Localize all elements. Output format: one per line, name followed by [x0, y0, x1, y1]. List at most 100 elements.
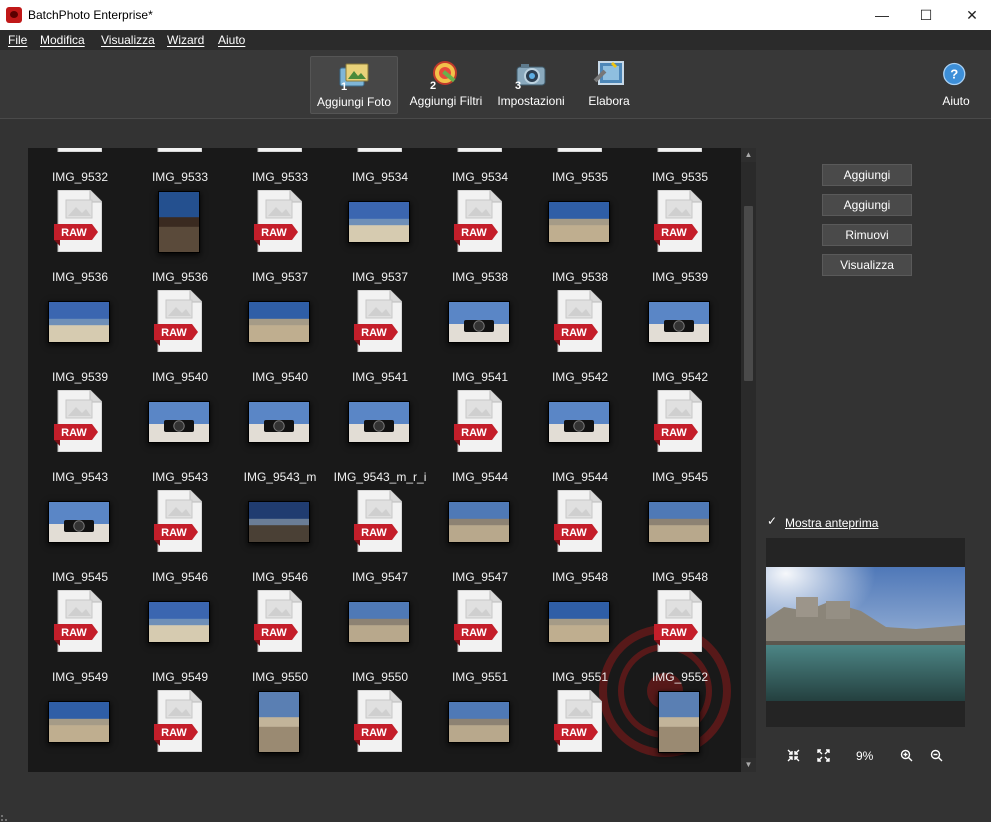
add-files-button[interactable]: Aggiungi — [822, 164, 912, 186]
gallery-item[interactable]: IMG_9539 — [30, 290, 130, 390]
raw-file-icon: RAW — [154, 290, 202, 352]
gallery-item[interactable]: RAW IMG_9541 — [330, 290, 430, 390]
gallery-item[interactable]: IMG_9543 — [130, 390, 230, 490]
gallery-item[interactable]: RAW IMG_9534 — [430, 148, 530, 190]
photo-thumbnail — [548, 601, 610, 643]
gallery-item[interactable]: RAW IMG_9540 — [130, 290, 230, 390]
photo-thumbnail — [448, 501, 510, 543]
gallery-item[interactable]: IMG_9545 — [30, 490, 130, 590]
gallery-item[interactable]: IMG_9543_m_r_i — [330, 390, 430, 490]
raw-file-icon: RAW — [557, 148, 602, 152]
photo-thumbnail — [348, 201, 410, 243]
gallery-item[interactable]: RAW IMG_9542 — [530, 290, 630, 390]
gallery-item[interactable]: RAW IMG_9533 — [130, 148, 230, 190]
zoom-out-icon[interactable] — [930, 749, 943, 762]
gallery-item[interactable]: IMG_9536 — [130, 190, 230, 290]
help-label: Aiuto — [942, 94, 970, 108]
gallery-item[interactable]: RAW IMG_9537 — [230, 190, 330, 290]
scroll-down-icon[interactable]: ▼ — [741, 758, 756, 772]
close-button[interactable]: ✕ — [949, 0, 991, 30]
menu-file[interactable]: File — [8, 33, 27, 47]
preview-pane — [766, 538, 965, 727]
gallery-item[interactable]: RAW IMG_9532 — [30, 148, 130, 190]
gallery-item[interactable]: RAWIMG_9554 — [330, 690, 430, 772]
gallery-scrollbar[interactable]: ▲ ▼ — [741, 148, 756, 772]
settings-button[interactable]: 3 Impostazioni — [494, 56, 568, 112]
add-folder-button[interactable]: Aggiungi — [822, 194, 912, 216]
gallery-item[interactable]: RAW IMG_9535 — [630, 148, 730, 190]
gallery-item[interactable]: RAW IMG_9549 — [30, 590, 130, 690]
gallery-item[interactable]: RAW IMG_9533 — [230, 148, 330, 190]
gallery-item[interactable]: IMG_9542 — [630, 290, 730, 390]
menu-modifica[interactable]: Modifica — [40, 33, 85, 47]
photo-gallery[interactable]: RAW IMG_9532 RAW IMG_9533 RAW IMG_9533 RAW IMG_… — [28, 148, 741, 772]
preview-image — [766, 567, 965, 701]
gallery-item[interactable]: IMG_9550 — [330, 590, 430, 690]
raw-label: RAW — [261, 227, 287, 239]
gallery-item[interactable]: RAW IMG_9536 — [30, 190, 130, 290]
gallery-item[interactable]: RAW IMG_9546 — [130, 490, 230, 590]
add-photos-button[interactable]: 1 Aggiungi Foto — [310, 56, 398, 114]
menu-visualizza[interactable]: Visualizza — [101, 33, 155, 47]
gallery-item[interactable]: IMG_9553 — [230, 690, 330, 772]
gallery-item[interactable]: IMG_9547 — [430, 490, 530, 590]
gallery-item[interactable]: IMG_9537 — [330, 190, 430, 290]
gallery-item[interactable]: IMG_9540 — [230, 290, 330, 390]
resize-grip-icon[interactable] — [0, 812, 10, 822]
menu-wizard[interactable]: Wizard — [167, 33, 204, 47]
gallery-item[interactable]: RAW IMG_9551 — [430, 590, 530, 690]
preview-label[interactable]: Mostra anteprima — [785, 516, 878, 530]
gallery-item[interactable]: IMG_9543_m — [230, 390, 330, 490]
photo-thumbnail — [48, 701, 110, 743]
gallery-item[interactable]: RAW IMG_9535 — [530, 148, 630, 190]
view-button[interactable]: Visualizza — [822, 254, 912, 276]
gallery-item[interactable]: IMG_9554 — [430, 690, 530, 772]
raw-label: RAW — [561, 527, 587, 539]
gallery-item[interactable]: IMG_9548 — [630, 490, 730, 590]
add-filters-button[interactable]: 2 Aggiungi Filtri — [404, 56, 488, 112]
remove-button[interactable]: Rimuovi — [822, 224, 912, 246]
photo-thumbnail — [448, 701, 510, 743]
gallery-item[interactable]: RAW IMG_9548 — [530, 490, 630, 590]
gallery-item[interactable]: IMG_9538 — [530, 190, 630, 290]
gallery-item[interactable]: RAW IMG_9547 — [330, 490, 430, 590]
scroll-thumb[interactable] — [744, 206, 753, 381]
gallery-item[interactable]: IMG_9544 — [530, 390, 630, 490]
photo-thumbnail — [158, 191, 200, 253]
minimize-button[interactable]: — — [859, 0, 905, 30]
gallery-item[interactable]: RAW IMG_9545 — [630, 390, 730, 490]
raw-file-icon: RAW — [54, 590, 102, 652]
shrink-icon[interactable] — [787, 749, 800, 762]
gallery-item[interactable]: IMG_9552 — [30, 690, 130, 772]
thumbnail-caption: IMG_9555 — [620, 770, 740, 772]
process-button[interactable]: Elabora — [576, 56, 642, 112]
gallery-item[interactable]: IMG_9546 — [230, 490, 330, 590]
gallery-item[interactable]: IMG_9549 — [130, 590, 230, 690]
gallery-item[interactable]: IMG_9551 — [530, 590, 630, 690]
step-3-label: 3 — [515, 80, 522, 92]
thumbnail-caption: IMG_9545 — [651, 470, 709, 484]
help-button[interactable]: ? Aiuto — [936, 56, 976, 112]
photo-thumbnail — [248, 301, 310, 343]
gallery-item[interactable]: RAW IMG_9534 — [330, 148, 430, 190]
maximize-button[interactable]: ☐ — [903, 0, 949, 30]
scroll-up-icon[interactable]: ▲ — [741, 148, 756, 162]
raw-label: RAW — [661, 427, 687, 439]
gallery-item[interactable]: RAW IMG_9543 — [30, 390, 130, 490]
preview-checkbox[interactable]: ✓ — [767, 515, 778, 527]
expand-icon[interactable] — [817, 749, 830, 762]
raw-label: RAW — [161, 527, 187, 539]
zoom-in-icon[interactable] — [900, 749, 913, 762]
gallery-item[interactable]: RAWIMG_9555 — [530, 690, 630, 772]
gallery-item[interactable]: IMG_9541 — [430, 290, 530, 390]
gallery-item[interactable]: RAW IMG_9538 — [430, 190, 530, 290]
gallery-item[interactable]: IMG_9555 — [630, 690, 730, 772]
gallery-item[interactable]: RAWIMG_9553 — [130, 690, 230, 772]
menu-aiuto[interactable]: Aiuto — [218, 33, 245, 47]
gallery-item[interactable]: RAW IMG_9552 — [630, 590, 730, 690]
gallery-item[interactable]: RAW IMG_9539 — [630, 190, 730, 290]
gallery-item[interactable]: RAW IMG_9550 — [230, 590, 330, 690]
gallery-item[interactable]: RAW IMG_9544 — [430, 390, 530, 490]
step-1-label: 1 — [341, 81, 348, 93]
window-title: BatchPhoto Enterprise* — [28, 8, 153, 22]
